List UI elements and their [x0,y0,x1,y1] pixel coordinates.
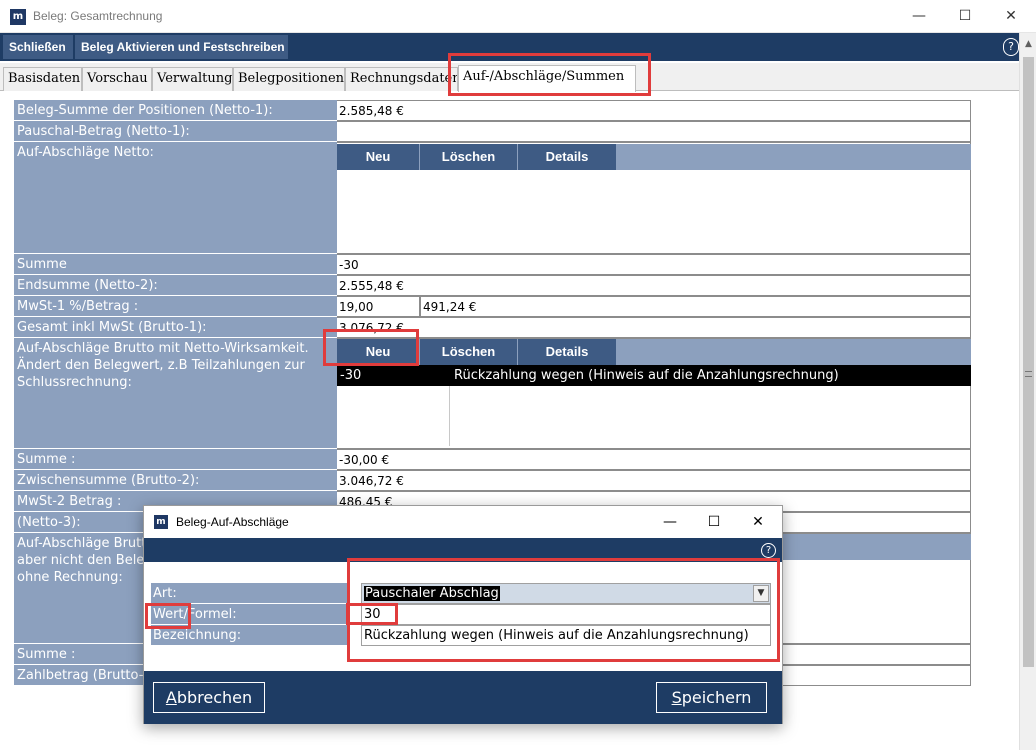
row-amount: -30 [340,368,362,383]
dialog-help-icon[interactable]: ? [761,543,776,558]
summe2-value[interactable]: -30,00 € [337,449,971,470]
brutto-delete-button[interactable]: Löschen [420,339,518,365]
tab-rechnungsdaten[interactable]: Rechnungsdaten [345,67,458,91]
dialog-minimize-icon[interactable]: — [648,506,692,538]
save-label: peichern [681,688,752,707]
endsumme-label: Endsumme (Netto-2): [14,275,337,296]
gesamt-label: Gesamt inkl MwSt (Brutto-1): [14,317,337,338]
scroll-thumb[interactable] [1023,57,1034,667]
cancel-button[interactable]: Abbrechen [153,682,265,713]
dialog-logo-icon: m [154,515,168,529]
beleg-summe-label: Beleg-Summe der Positionen (Netto-1): [14,100,337,121]
scroll-up-icon[interactable]: ▲ [1020,36,1036,53]
close-document-button[interactable]: Schließen [3,35,73,59]
app-logo-icon: m [10,9,26,25]
beleg-summe-value[interactable]: 2.585,48 € [337,100,971,121]
dialog-title: Beleg-Auf-Abschläge [176,515,289,529]
summe1-label: Summe [14,254,337,275]
cancel-label: bbrechen [176,688,253,707]
cancel-access-key: A [165,688,177,707]
highlight-new-button-box [323,329,419,366]
row-description: Rückzahlung wegen (Hinweis auf die Anzah… [454,368,839,383]
highlight-wert-value-box [346,603,398,625]
dialog-footer: Abbrechen Speichern [144,671,782,724]
help-icon[interactable]: ? [1003,38,1019,56]
highlight-tab-box [448,53,651,96]
save-button[interactable]: Speichern [656,682,767,713]
activate-finalize-button[interactable]: Beleg Aktivieren und Festschreiben [75,35,288,59]
auf-brutto-label-line1: Auf-Abschläge Brutto mit Netto-Wirksamke… [17,341,309,356]
table-row[interactable]: -30 Rückzahlung wegen (Hinweis auf die A… [337,365,971,386]
highlight-dialog-fields-box [347,558,780,662]
auf-brutto-label-line3: Schlussrechnung: [17,375,132,390]
zwischensumme-value[interactable]: 3.046,72 € [337,470,971,491]
tab-vorschau[interactable]: Vorschau [82,67,152,91]
netto-delete-button[interactable]: Löschen [420,144,518,170]
window-title: Beleg: Gesamtrechnung [33,9,163,23]
tab-belegpositionen[interactable]: Belegpositionen [233,67,345,91]
maximize-icon[interactable]: ☐ [942,0,988,32]
dialog-close-icon[interactable]: ✕ [736,506,780,538]
auf-brutto-label: Auf-Abschläge Brutto mit Netto-Wirksamke… [14,338,337,449]
save-access-key: S [671,688,682,707]
tab-verwaltung[interactable]: Verwaltung [152,67,233,91]
pauschal-value[interactable] [337,121,971,142]
summe2-label: Summe : [14,449,337,470]
zwischensumme-label: Zwischensumme (Brutto-2): [14,470,337,491]
window-titlebar: m Beleg: Gesamtrechnung — ☐ ✕ [0,0,1036,33]
art-label: Art: [151,583,348,604]
netto-new-button[interactable]: Neu [337,144,420,170]
tab-basisdaten[interactable]: Basisdaten [3,67,82,91]
highlight-wert-label-box [145,603,191,629]
summe1-value[interactable]: -30 [337,254,971,275]
scroll-grip-icon [1025,371,1032,377]
auf-brutto-label-line2: Ändert den Belegwert, z.B Teilzahlungen … [17,358,305,373]
mwst1-percent[interactable]: 19,00 [337,296,420,317]
close-icon[interactable]: ✕ [988,0,1034,32]
auf-netto-label: Auf-Abschläge Netto: [14,142,337,254]
mwst1-amount[interactable]: 491,24 € [420,296,971,317]
pauschal-label: Pauschal-Betrag (Netto-1): [14,121,337,142]
auf-brutto-grid-toolbar: Neu Löschen Details [337,339,971,365]
minimize-icon[interactable]: — [896,0,942,32]
grid-column-divider [449,386,450,446]
netto-details-button[interactable]: Details [518,144,617,170]
endsumme-value[interactable]: 2.555,48 € [337,275,971,296]
brutto-details-button[interactable]: Details [518,339,617,365]
vertical-scrollbar[interactable]: ▲ [1019,33,1036,750]
gesamt-value[interactable]: 3.076,72 € [337,317,971,338]
auf-netto-grid-toolbar: Neu Löschen Details [337,144,971,170]
dialog-titlebar: m Beleg-Auf-Abschläge — ☐ ✕ [144,506,782,538]
dialog-maximize-icon[interactable]: ☐ [692,506,736,538]
mwst1-label: MwSt-1 %/Betrag : [14,296,337,317]
